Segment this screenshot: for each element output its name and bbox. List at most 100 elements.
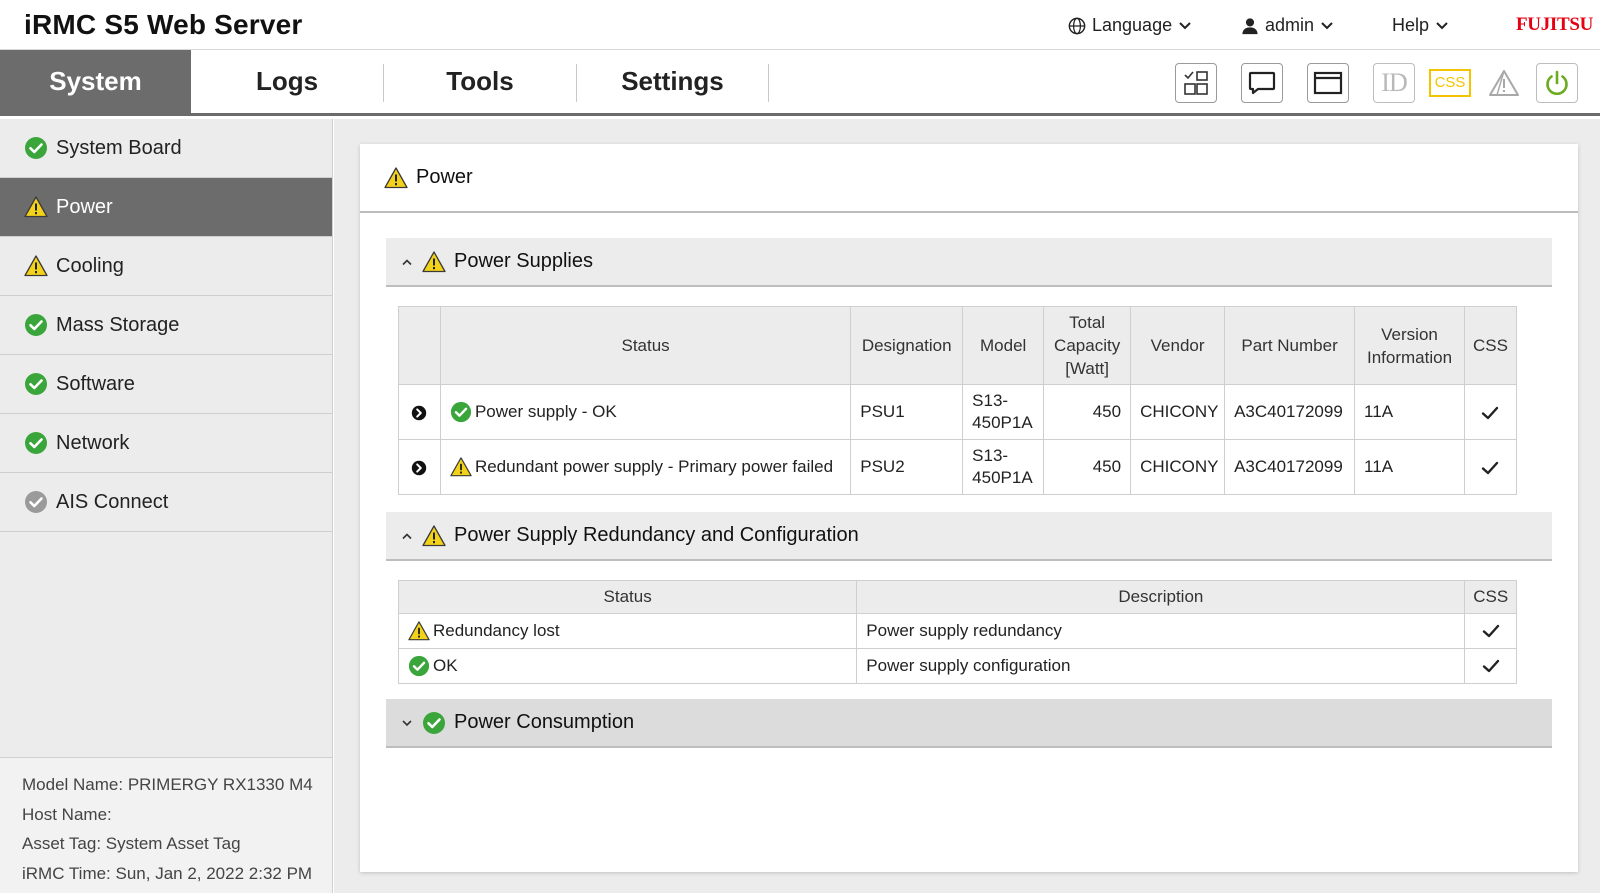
warning-status-icon <box>408 620 430 642</box>
designation-cell: PSU2 <box>850 439 964 495</box>
warning-status-icon <box>24 254 48 278</box>
check-icon <box>1480 458 1500 478</box>
chevron-down-icon <box>402 719 412 726</box>
column-header-designation: Designation <box>850 306 964 385</box>
check-icon <box>1480 403 1500 423</box>
language-label: Language <box>1092 15 1173 35</box>
check-icon <box>1481 621 1501 641</box>
row-detail-cell[interactable] <box>398 439 441 495</box>
main-content: Power Power Supplies Status Designation … <box>334 119 1600 893</box>
language-menu[interactable]: Language <box>1068 15 1192 36</box>
row-detail-cell[interactable] <box>398 384 441 440</box>
capacity-cell: 450 <box>1043 384 1132 440</box>
status-text: Redundancy lost <box>433 621 560 640</box>
chevron-up-icon <box>402 532 412 539</box>
vendor-cell: CHICONY <box>1130 384 1226 440</box>
page-title: Power <box>416 166 473 188</box>
expand-detail-icon[interactable] <box>410 404 428 422</box>
alert-button[interactable] <box>1483 63 1525 103</box>
dashboard-icon <box>1184 71 1208 95</box>
main-nav: System Logs Tools Settings ID CSS <box>0 50 1600 116</box>
check-icon <box>1481 656 1501 676</box>
tab-logs[interactable]: Logs <box>191 50 383 113</box>
capacity-cell: 450 <box>1043 439 1132 495</box>
tab-tools[interactable]: Tools <box>384 50 576 113</box>
chat-button[interactable] <box>1241 63 1283 103</box>
fujitsu-logo: FUJITSU <box>1516 14 1594 35</box>
sidebar-item-system-board[interactable]: System Board <box>0 119 332 178</box>
table-row: Redundancy lost Power supply redundancy <box>397 613 1517 649</box>
help-menu[interactable]: Help <box>1386 15 1449 36</box>
model-line: S13- <box>972 446 1009 465</box>
section-redundancy-header[interactable]: Power Supply Redundancy and Configuratio… <box>386 512 1552 561</box>
model-line: 450P1A <box>972 468 1033 487</box>
window-icon <box>1313 71 1343 95</box>
model-cell: S13- 450P1A <box>962 384 1045 440</box>
detail-column-header <box>398 306 441 385</box>
panel-header: Power <box>360 144 1578 213</box>
ok-status-icon <box>24 136 48 160</box>
designation-cell: PSU1 <box>850 384 964 440</box>
model-line: 450P1A <box>972 413 1033 432</box>
version-cell: 11A <box>1354 384 1465 440</box>
sidebar-item-cooling[interactable]: Cooling <box>0 237 332 296</box>
table-row: OK Power supply configuration <box>397 648 1517 684</box>
section-title: Power Supply Redundancy and Configuratio… <box>454 524 859 546</box>
description-cell: Power supply redundancy <box>856 613 1466 649</box>
sidebar-item-mass-storage[interactable]: Mass Storage <box>0 296 332 355</box>
top-header: iRMC S5 Web Server Language admin Help F… <box>0 0 1600 50</box>
column-header-status: Status <box>397 580 858 614</box>
system-info: Model Name: PRIMERGY RX1330 M4 Host Name… <box>0 757 332 893</box>
warning-status-icon <box>384 166 408 190</box>
ok-status-icon <box>422 711 446 735</box>
sidebar-item-power[interactable]: Power <box>0 178 332 237</box>
header-line: Capacity <box>1054 336 1121 355</box>
column-header-description: Description <box>856 580 1466 614</box>
user-menu[interactable]: admin <box>1241 15 1334 36</box>
sidebar-item-label: AIS Connect <box>56 490 169 513</box>
window-button[interactable] <box>1307 63 1349 103</box>
status-cell: Redundancy lost <box>397 613 858 649</box>
sidebar-item-network[interactable]: Network <box>0 414 332 473</box>
tab-settings[interactable]: Settings <box>577 50 768 113</box>
sidebar-item-software[interactable]: Software <box>0 355 332 414</box>
sidebar-item-ais-connect[interactable]: AIS Connect <box>0 473 332 532</box>
sidebar-item-label: System Board <box>56 136 182 159</box>
column-header-version: Version Information <box>1354 306 1465 385</box>
chevron-down-icon <box>1179 21 1191 29</box>
app-title: iRMC S5 Web Server <box>24 9 303 40</box>
id-button[interactable]: ID <box>1373 63 1415 103</box>
table-header-row: Status Designation Model Total Capacity … <box>398 306 1518 385</box>
expand-detail-icon[interactable] <box>410 459 428 477</box>
model-name: Model Name: PRIMERGY RX1330 M4 <box>22 775 313 794</box>
chevron-up-icon <box>402 258 412 265</box>
column-header-css: CSS <box>1463 306 1518 385</box>
table-row: Redundant power supply - Primary power f… <box>398 439 1518 495</box>
power-icon <box>1546 70 1568 95</box>
column-header-part-number: Part Number <box>1224 306 1356 385</box>
tab-divider <box>768 64 769 102</box>
chat-icon <box>1248 71 1276 95</box>
model-cell: S13- 450P1A <box>962 439 1045 495</box>
power-button[interactable] <box>1536 63 1578 103</box>
ok-status-icon <box>450 401 472 423</box>
help-label: Help <box>1392 15 1430 35</box>
column-header-model: Model <box>962 306 1045 385</box>
column-header-vendor: Vendor <box>1130 306 1226 385</box>
chevron-down-icon <box>1436 21 1448 29</box>
section-power-consumption-header[interactable]: Power Consumption <box>386 699 1552 748</box>
css-cell <box>1463 439 1518 495</box>
css-button[interactable]: CSS <box>1428 63 1472 103</box>
header-line: [Watt] <box>1065 359 1109 378</box>
ok-status-icon <box>408 655 430 677</box>
version-cell: 11A <box>1354 439 1465 495</box>
model-line: S13- <box>972 391 1009 410</box>
tab-system[interactable]: System <box>0 50 191 113</box>
power-panel: Power Power Supplies Status Designation … <box>360 144 1578 872</box>
sidebar-item-label: Software <box>56 372 135 395</box>
dashboard-button[interactable] <box>1175 63 1217 103</box>
id-icon: ID <box>1381 68 1407 97</box>
status-cell: Power supply - OK <box>439 384 852 440</box>
sidebar-item-label: Cooling <box>56 254 124 277</box>
section-power-supplies-header[interactable]: Power Supplies <box>386 238 1552 287</box>
